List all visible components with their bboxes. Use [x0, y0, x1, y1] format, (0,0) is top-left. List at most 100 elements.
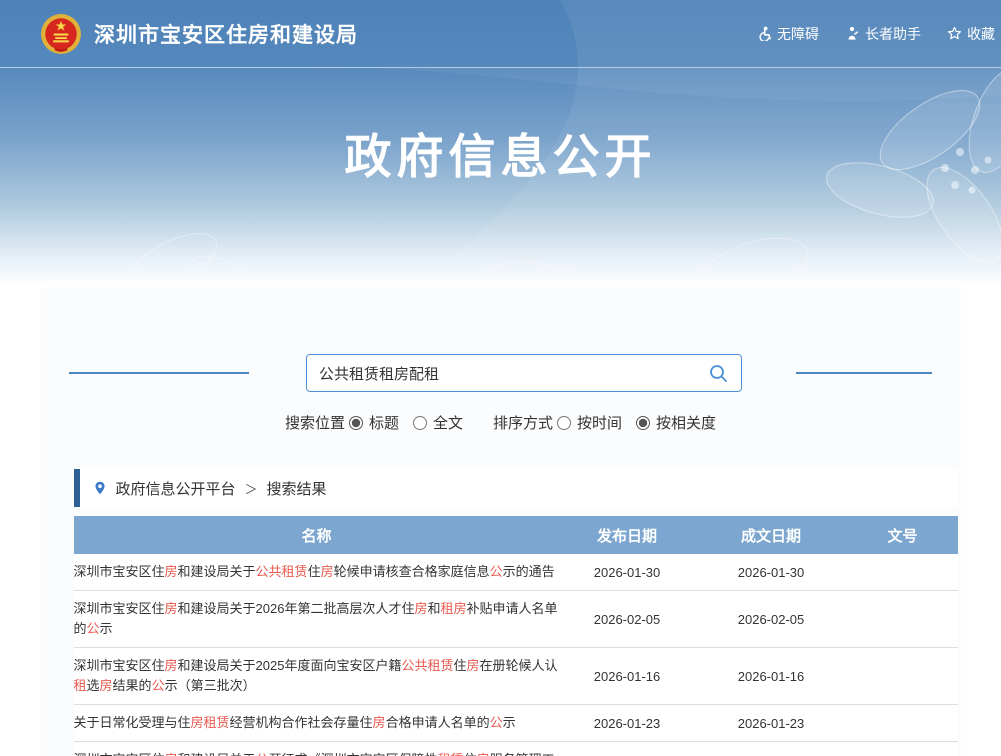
doc-number [848, 591, 958, 648]
title-text: 和建设局关于 [178, 564, 256, 579]
title-text: 经营机构合作社会存量住 [230, 715, 373, 730]
title-text: 和建设局关于 [178, 752, 256, 756]
title-text: 和建设局关于2026年第二批高层次人才住 [178, 601, 415, 616]
option-title[interactable]: 标题 [349, 412, 399, 433]
title-text: 深圳市宝安区住 [74, 564, 165, 579]
top-links: 无障碍 长者助手 收藏 [757, 24, 995, 44]
search-input[interactable] [319, 365, 708, 382]
column-header-doc-number: 文号 [848, 516, 958, 554]
highlighted-keyword: 房 [165, 601, 178, 616]
doc-number [848, 648, 958, 705]
title-text: 示 [503, 715, 516, 730]
highlighted-keyword: 租房 [440, 601, 466, 616]
title-text: 深圳市宝安区住 [74, 601, 165, 616]
title-text: 和 [427, 601, 440, 616]
elder-person-icon [845, 26, 860, 41]
highlighted-keyword: 租赁 [438, 752, 464, 756]
accessibility-link[interactable]: 无障碍 [757, 24, 819, 44]
search-position-label: 搜索位置 [285, 412, 345, 433]
result-title-link[interactable]: 深圳市宝安区住房和建设局关于公开征求《深圳市宝安区保障性租赁住房服务管理工作指引… [74, 742, 560, 756]
title-text: 示 [100, 621, 113, 636]
search-icon [708, 363, 729, 384]
elder-helper-link[interactable]: 长者助手 [845, 24, 921, 44]
table-row: 深圳市宝安区住房和建设局关于公开征求《深圳市宝安区保障性租赁住房服务管理工作指引… [74, 742, 958, 756]
accessibility-icon [757, 26, 772, 41]
title-text: 示（第三批次） [165, 678, 256, 693]
breadcrumb-root-link[interactable]: 政府信息公开平台 [116, 478, 236, 499]
breadcrumb-separator: ＞ [245, 479, 258, 498]
highlighted-keyword: 房 [165, 752, 178, 756]
site-title: 深圳市宝安区住房和建设局 [94, 19, 358, 49]
highlighted-keyword: 房 [373, 715, 386, 730]
publish-date: 2026-01-19 [560, 742, 695, 756]
content-panel: 搜索位置 标题 全文 排序方式 按时间 按相关度 政府信息公开平台 ＞ 搜索结果 [41, 287, 961, 756]
option-by-time-label: 按时间 [577, 412, 622, 433]
search-box [306, 354, 742, 392]
result-title-link[interactable]: 深圳市宝安区住房和建设局关于2026年第二批高层次人才住房和租房补贴申请人名单的… [74, 591, 560, 648]
written-date: 2026-01-16 [695, 648, 848, 705]
favorite-label: 收藏 [967, 24, 995, 44]
table-row: 深圳市宝安区住房和建设局关于公共租赁住房轮候申请核查合格家庭信息公示的通告202… [74, 554, 958, 591]
highlighted-keyword: 公 [490, 715, 503, 730]
doc-number [848, 742, 958, 756]
highlighted-keyword: 房 [165, 564, 178, 579]
elder-helper-label: 长者助手 [865, 24, 921, 44]
option-by-relevance-label: 按相关度 [656, 412, 716, 433]
left-decorative-line [69, 372, 249, 374]
radio-fulltext[interactable] [413, 416, 427, 430]
title-text: 轮候申请核查合格家庭信息 [334, 564, 490, 579]
highlighted-keyword: 公 [152, 678, 165, 693]
table-row: 关于日常化受理与住房租赁经营机构合作社会存量住房合格申请人名单的公示2026-0… [74, 705, 958, 742]
publish-date: 2026-02-05 [560, 591, 695, 648]
highlighted-keyword: 房 [466, 658, 479, 673]
written-date: 2026-02-05 [695, 591, 848, 648]
column-header-written-date: 成文日期 [695, 516, 848, 554]
page-title: 政府信息公开 [0, 118, 1001, 187]
national-emblem-logo [40, 13, 82, 55]
highlighted-keyword: 房 [414, 601, 427, 616]
radio-title[interactable] [349, 416, 363, 430]
table-row: 深圳市宝安区住房和建设局关于2026年第二批高层次人才住房和租房补贴申请人名单的… [74, 591, 958, 648]
title-text: 选 [87, 678, 100, 693]
favorite-link[interactable]: 收藏 [947, 24, 995, 44]
doc-number [848, 554, 958, 591]
title-text: 关于日常化受理与住 [74, 715, 191, 730]
title-text: 住 [453, 658, 466, 673]
highlighted-keyword: 房 [477, 752, 490, 756]
option-by-relevance[interactable]: 按相关度 [636, 412, 716, 433]
doc-number [848, 705, 958, 742]
page-banner: 深圳市宝安区住房和建设局 无障碍 长者助手 [0, 0, 1001, 287]
highlighted-keyword: 公共租赁 [256, 564, 308, 579]
highlighted-keyword: 公 [490, 564, 503, 579]
title-text: 和建设局关于2025年度面向宝安区户籍 [178, 658, 402, 673]
written-date: 2026-01-23 [695, 705, 848, 742]
title-text: 住 [308, 564, 321, 579]
title-text: 在册轮候人认 [480, 658, 558, 673]
search-button[interactable] [708, 363, 729, 384]
written-date: 2026-01-30 [695, 554, 848, 591]
option-fulltext[interactable]: 全文 [413, 412, 463, 433]
result-title-link[interactable]: 深圳市宝安区住房和建设局关于公共租赁住房轮候申请核查合格家庭信息公示的通告 [74, 554, 560, 591]
top-header-band: 深圳市宝安区住房和建设局 无障碍 长者助手 [0, 0, 1001, 68]
radio-by-relevance[interactable] [636, 416, 650, 430]
highlighted-keyword: 房 [100, 678, 113, 693]
highlighted-keyword: 房租赁 [191, 715, 230, 730]
highlighted-keyword: 房 [321, 564, 334, 579]
option-by-time[interactable]: 按时间 [557, 412, 622, 433]
highlighted-keyword: 房 [165, 658, 178, 673]
highlighted-keyword: 租 [74, 678, 87, 693]
result-title-link[interactable]: 深圳市宝安区住房和建设局关于2025年度面向宝安区户籍公共租赁住房在册轮候人认租… [74, 648, 560, 705]
radio-by-time[interactable] [557, 416, 571, 430]
breadcrumb: 政府信息公开平台 ＞ 搜索结果 [74, 469, 958, 507]
search-section [41, 287, 961, 392]
accessibility-label: 无障碍 [777, 24, 819, 44]
title-text: 结果的 [113, 678, 152, 693]
written-date: 2026-01-19 [695, 742, 848, 756]
option-fulltext-label: 全文 [433, 412, 463, 433]
publish-date: 2026-01-16 [560, 648, 695, 705]
result-title-link[interactable]: 关于日常化受理与住房租赁经营机构合作社会存量住房合格申请人名单的公示 [74, 705, 560, 742]
search-results-table: 名称 发布日期 成文日期 文号 深圳市宝安区住房和建设局关于公共租赁住房轮候申请… [74, 516, 958, 756]
publish-date: 2026-01-30 [560, 554, 695, 591]
results-body: 深圳市宝安区住房和建设局关于公共租赁住房轮候申请核查合格家庭信息公示的通告202… [74, 554, 958, 756]
title-text: 深圳市宝安区住 [74, 658, 165, 673]
